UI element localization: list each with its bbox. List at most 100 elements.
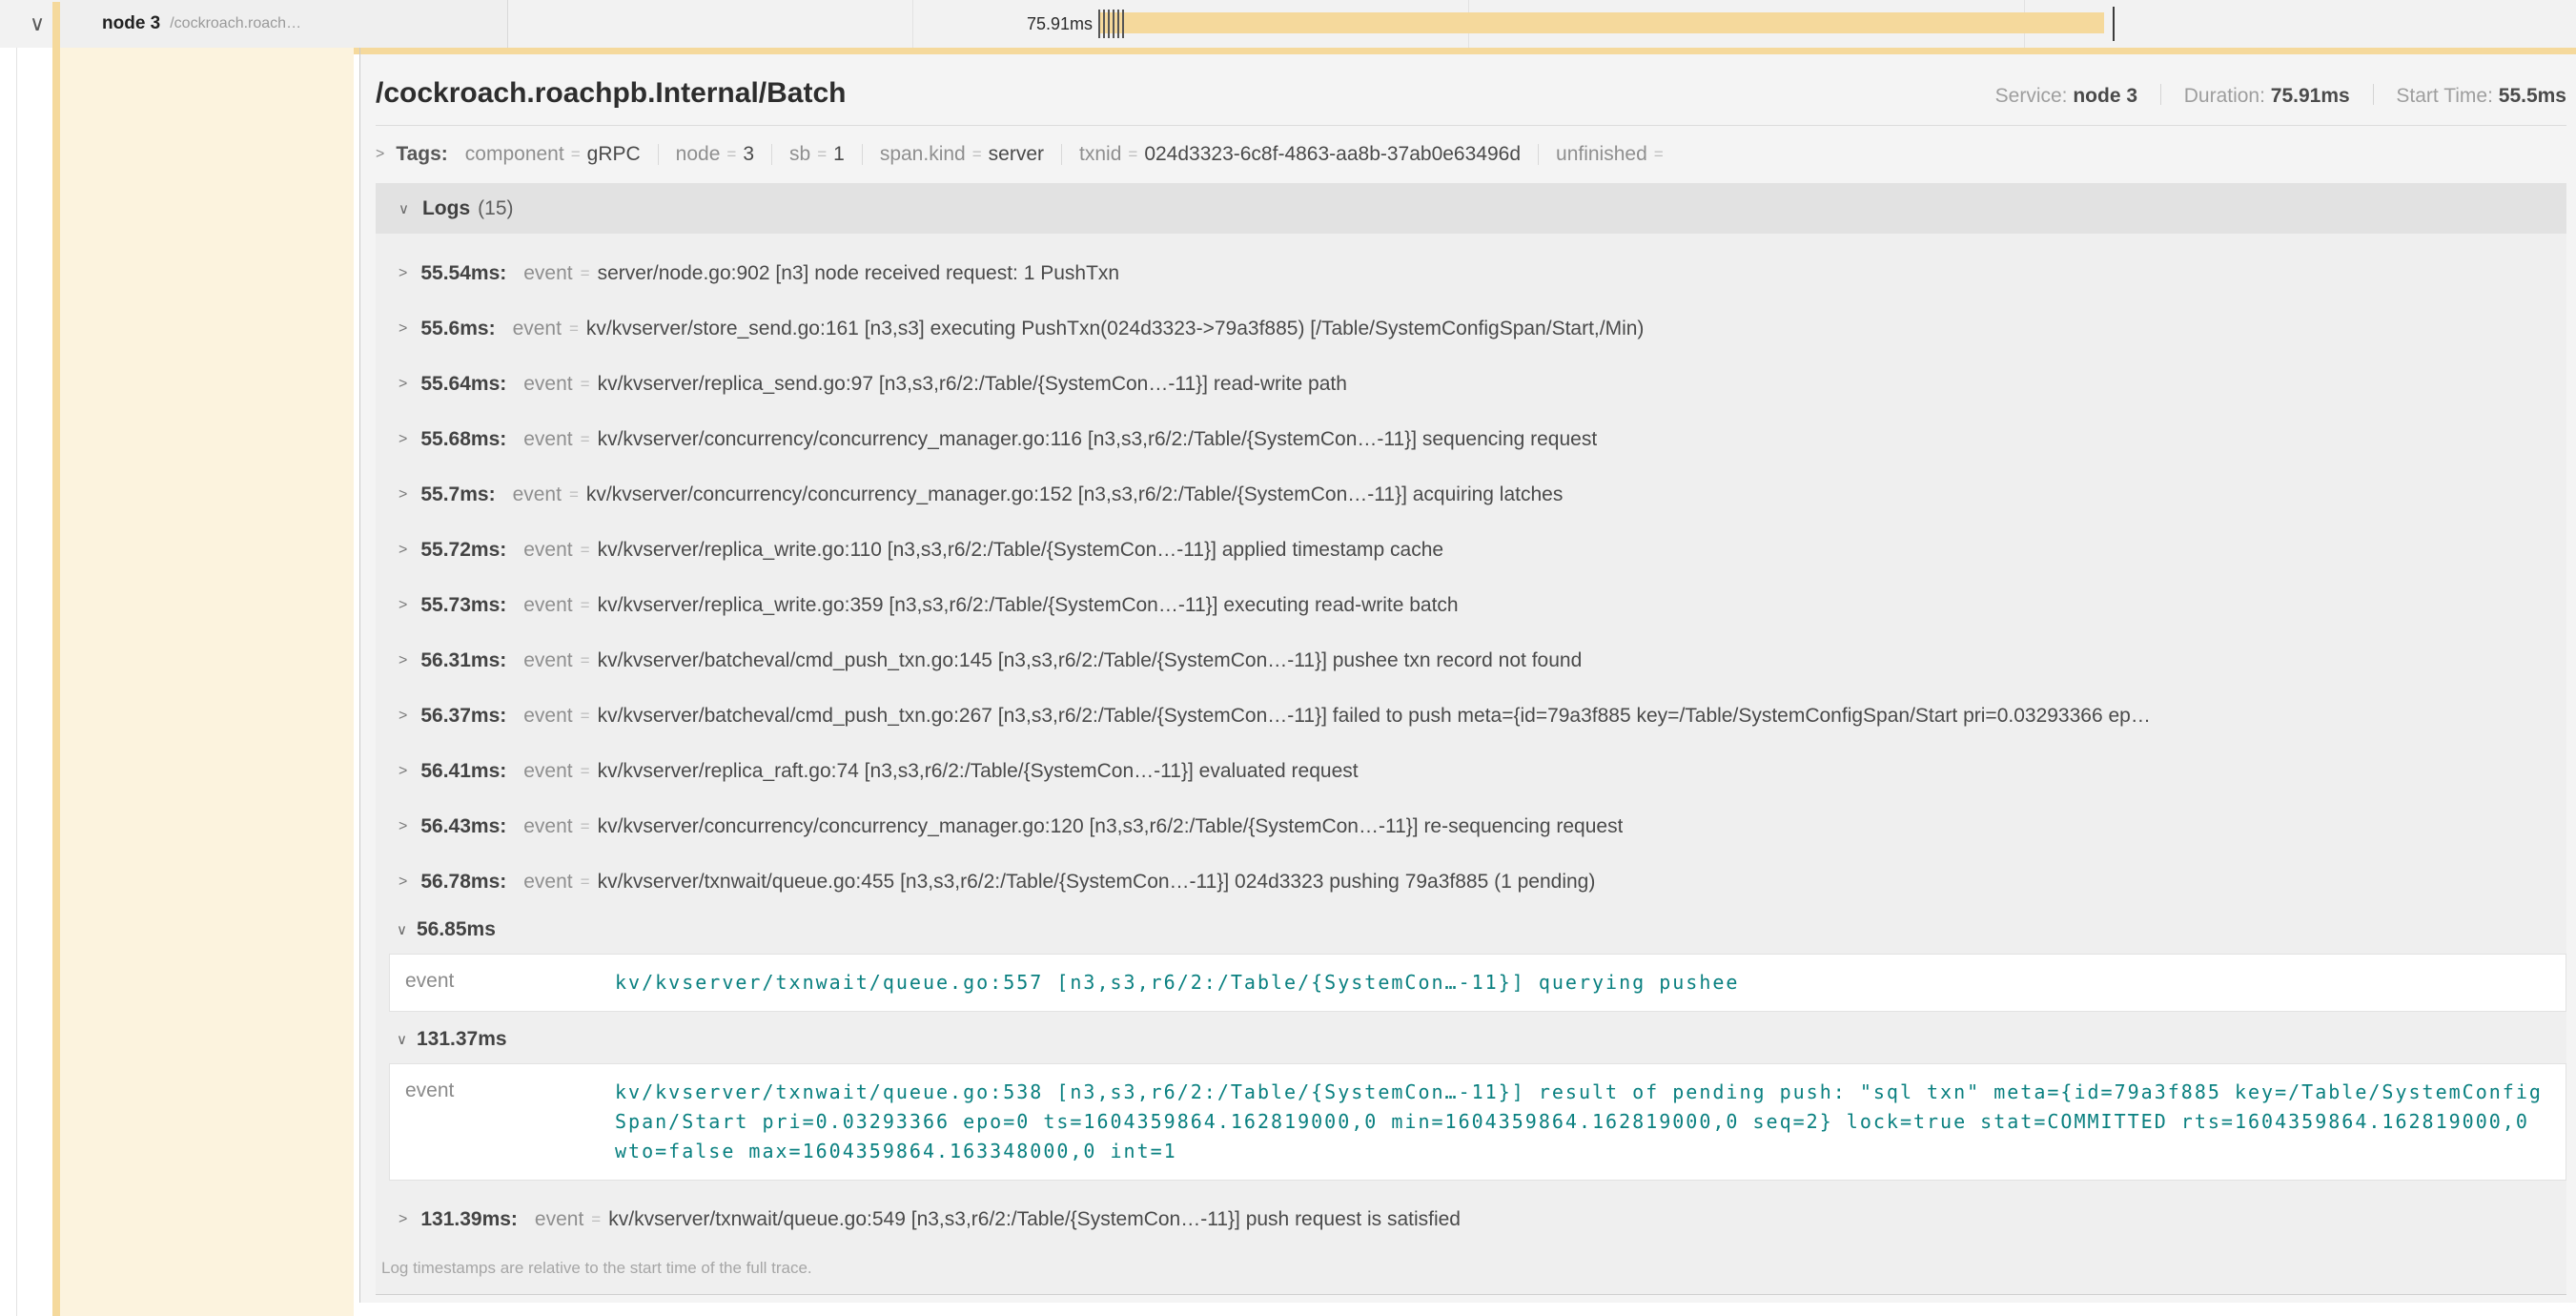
- tag-value: server: [989, 143, 1044, 166]
- log-row[interactable]: > 55.64ms: event = kv/kvserver/replica_s…: [376, 357, 2566, 412]
- chevron-right-icon[interactable]: >: [399, 652, 407, 669]
- logs-footer-note: Log timestamps are relative to the start…: [376, 1259, 2566, 1278]
- span-name-cell[interactable]: node 3 /cockroach.roach…: [60, 0, 508, 48]
- log-row[interactable]: > 56.43ms: event = kv/kvserver/concurren…: [376, 799, 2566, 854]
- chevron-right-icon[interactable]: >: [399, 431, 407, 448]
- selected-span-row-highlight[interactable]: [60, 48, 354, 1316]
- log-row[interactable]: > 131.39ms: event = kv/kvserver/txnwait/…: [376, 1192, 2566, 1247]
- log-row[interactable]: > 55.6ms: event = kv/kvserver/store_send…: [376, 301, 2566, 357]
- logs-count: (15): [478, 197, 513, 220]
- start-time-label: Start Time:: [2396, 85, 2493, 107]
- span-operation-name: /cockroach.roach…: [170, 15, 301, 32]
- log-row[interactable]: > 56.37ms: event = kv/kvserver/batcheval…: [376, 689, 2566, 744]
- equals-sign: =: [581, 707, 590, 726]
- log-row[interactable]: > 56.41ms: event = kv/kvserver/replica_r…: [376, 744, 2566, 799]
- log-timestamp: 56.37ms:: [420, 705, 506, 728]
- log-row[interactable]: > 55.68ms: event = kv/kvserver/concurren…: [376, 412, 2566, 467]
- detail-panel-top-border: [354, 48, 2576, 54]
- log-row[interactable]: > 55.54ms: event = server/node.go:902 [n…: [376, 246, 2566, 301]
- log-field-key: event: [405, 968, 615, 997]
- log-row-expanded-header[interactable]: ∨ 131.37ms: [376, 1023, 2566, 1056]
- equals-sign: =: [581, 430, 590, 449]
- logs-accordion-header[interactable]: ∨ Logs (15): [376, 183, 2566, 234]
- log-row[interactable]: > 55.73ms: event = kv/kvserver/replica_w…: [376, 578, 2566, 633]
- log-timestamp: 55.54ms:: [420, 262, 506, 285]
- log-timestamp: 55.73ms:: [420, 594, 506, 617]
- chevron-right-icon[interactable]: >: [399, 818, 407, 835]
- equals-sign: =: [1654, 145, 1664, 164]
- log-message: kv/kvserver/txnwait/queue.go:549 [n3,s3,…: [608, 1208, 1461, 1231]
- log-timestamp: 56.31ms:: [420, 649, 506, 672]
- log-timestamp: 56.85ms: [417, 918, 496, 941]
- log-timestamp: 56.78ms:: [420, 871, 506, 894]
- log-field-key: event: [523, 649, 572, 672]
- log-field-key: event: [513, 318, 562, 340]
- chevron-down-icon[interactable]: ∨: [399, 200, 409, 217]
- tag-key: span.kind: [880, 143, 966, 166]
- log-row[interactable]: > 56.78ms: event = kv/kvserver/txnwait/q…: [376, 854, 2566, 910]
- log-message: kv/kvserver/replica_write.go:359 [n3,s3,…: [598, 594, 1459, 617]
- chevron-right-icon[interactable]: >: [399, 376, 407, 393]
- equals-sign: =: [581, 651, 590, 670]
- chevron-down-icon[interactable]: ∨: [397, 1031, 407, 1048]
- chevron-right-icon[interactable]: >: [399, 763, 407, 780]
- equals-sign: =: [581, 762, 590, 781]
- chevron-right-icon[interactable]: >: [399, 542, 407, 559]
- equals-sign: =: [581, 817, 590, 836]
- tag-value: 3: [743, 143, 754, 166]
- log-field-key: event: [523, 594, 572, 617]
- log-field-key: event: [523, 760, 572, 783]
- log-detail-table: event kv/kvserver/txnwait/queue.go:538 […: [389, 1063, 2566, 1181]
- equals-sign: =: [817, 145, 827, 164]
- chevron-right-icon[interactable]: >: [376, 146, 384, 163]
- log-timestamp: 131.37ms: [417, 1028, 507, 1051]
- chevron-right-icon[interactable]: >: [399, 320, 407, 338]
- chevron-right-icon[interactable]: >: [399, 486, 407, 504]
- chevron-down-icon[interactable]: ∨: [397, 921, 407, 938]
- log-row[interactable]: > 56.31ms: event = kv/kvserver/batcheval…: [376, 633, 2566, 689]
- chevron-right-icon[interactable]: >: [399, 874, 407, 891]
- span-row-timeline-bar: ∨ node 3 /cockroach.roach… 75.91ms: [0, 0, 2576, 48]
- logs-title: Logs: [422, 197, 470, 220]
- header-divider: [376, 125, 2566, 126]
- log-field-key: event: [523, 815, 572, 838]
- equals-sign: =: [569, 485, 579, 504]
- trace-timeline-view: { "icons": { "chevron_down": "∨", "chevr…: [0, 0, 2576, 1316]
- span-collapse-chevron-icon[interactable]: ∨: [24, 9, 51, 39]
- log-field-key: event: [513, 483, 562, 506]
- log-message: kv/kvserver/replica_send.go:97 [n3,s3,r6…: [598, 373, 1347, 396]
- log-field-value: kv/kvserver/txnwait/queue.go:538 [n3,s3,…: [615, 1078, 2550, 1166]
- chevron-right-icon[interactable]: >: [399, 708, 407, 725]
- span-detail-panel: /cockroach.roachpb.Internal/Batch Servic…: [360, 54, 2576, 1303]
- chevron-right-icon[interactable]: >: [399, 597, 407, 614]
- log-field-key: event: [523, 262, 572, 285]
- log-tick-mark-end: [2113, 7, 2115, 41]
- chevron-right-icon[interactable]: >: [399, 1211, 407, 1228]
- tag-key: component: [465, 143, 564, 166]
- tag-divider: [771, 144, 772, 165]
- duration-value: 75.91ms: [2271, 85, 2350, 107]
- log-row[interactable]: > 55.72ms: event = kv/kvserver/replica_w…: [376, 523, 2566, 578]
- log-message: kv/kvserver/concurrency/concurrency_mana…: [598, 815, 1624, 838]
- log-row-expanded-header[interactable]: ∨ 56.85ms: [376, 914, 2566, 946]
- log-message: kv/kvserver/txnwait/queue.go:455 [n3,s3,…: [598, 871, 1596, 894]
- equals-sign: =: [581, 541, 590, 560]
- log-timestamp: 55.64ms:: [420, 373, 506, 396]
- log-message: kv/kvserver/replica_raft.go:74 [n3,s3,r6…: [598, 760, 1359, 783]
- span-meta: Service: node 3 Duration: 75.91ms Start …: [1995, 84, 2566, 108]
- span-duration-bar[interactable]: [1100, 12, 2104, 33]
- equals-sign: =: [726, 145, 736, 164]
- duration-label: Duration:: [2184, 85, 2265, 107]
- start-time-value: 55.5ms: [2499, 85, 2566, 107]
- span-duration-label: 75.91ms: [934, 0, 1093, 48]
- log-message: kv/kvserver/concurrency/concurrency_mana…: [598, 428, 1598, 451]
- tags-accordion[interactable]: > Tags: component = gRPC node = 3 sb = 1…: [376, 143, 2566, 166]
- span-title: /cockroach.roachpb.Internal/Batch: [376, 77, 846, 110]
- log-timestamp: 55.6ms:: [420, 318, 495, 340]
- chevron-right-icon[interactable]: >: [399, 265, 407, 282]
- equals-sign: =: [581, 596, 590, 615]
- service-label: Service:: [1995, 85, 2068, 107]
- log-timestamp: 55.72ms:: [420, 539, 506, 562]
- log-message: kv/kvserver/batcheval/cmd_push_txn.go:26…: [598, 705, 2151, 728]
- log-row[interactable]: > 55.7ms: event = kv/kvserver/concurrenc…: [376, 467, 2566, 523]
